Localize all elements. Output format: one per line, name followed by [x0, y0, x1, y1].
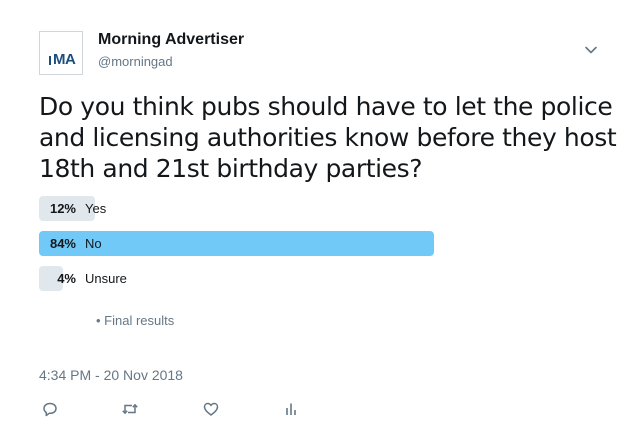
avatar-logo: MA: [49, 52, 76, 67]
heart-icon[interactable]: [202, 400, 220, 418]
reply-icon[interactable]: [41, 400, 59, 418]
poll-choice-yes: 12% Yes: [39, 196, 509, 221]
chevron-down-icon[interactable]: [583, 42, 599, 58]
poll: 12% Yes 84% No 4% Unsure: [39, 196, 509, 301]
poll-label: Unsure: [85, 271, 127, 286]
poll-percent: 12%: [49, 201, 76, 216]
tweet-text: Do you think pubs should have to let the…: [39, 92, 617, 183]
poll-status: • Final results: [96, 313, 175, 328]
tweet-timestamp[interactable]: 4:34 PM - 20 Nov 2018: [39, 367, 183, 383]
author-handle[interactable]: @morningad: [98, 54, 173, 70]
poll-choice-unsure: 4% Unsure: [39, 266, 509, 291]
poll-label: Yes: [85, 201, 107, 216]
analytics-icon[interactable]: [282, 400, 300, 418]
poll-percent: 84%: [49, 236, 76, 251]
author-display-name[interactable]: Morning Advertiser: [98, 31, 244, 49]
poll-label: No: [85, 236, 102, 251]
poll-percent: 4%: [57, 271, 76, 286]
retweet-icon[interactable]: [121, 400, 139, 418]
avatar[interactable]: MA: [39, 31, 83, 75]
poll-choice-no: 84% No: [39, 231, 509, 256]
